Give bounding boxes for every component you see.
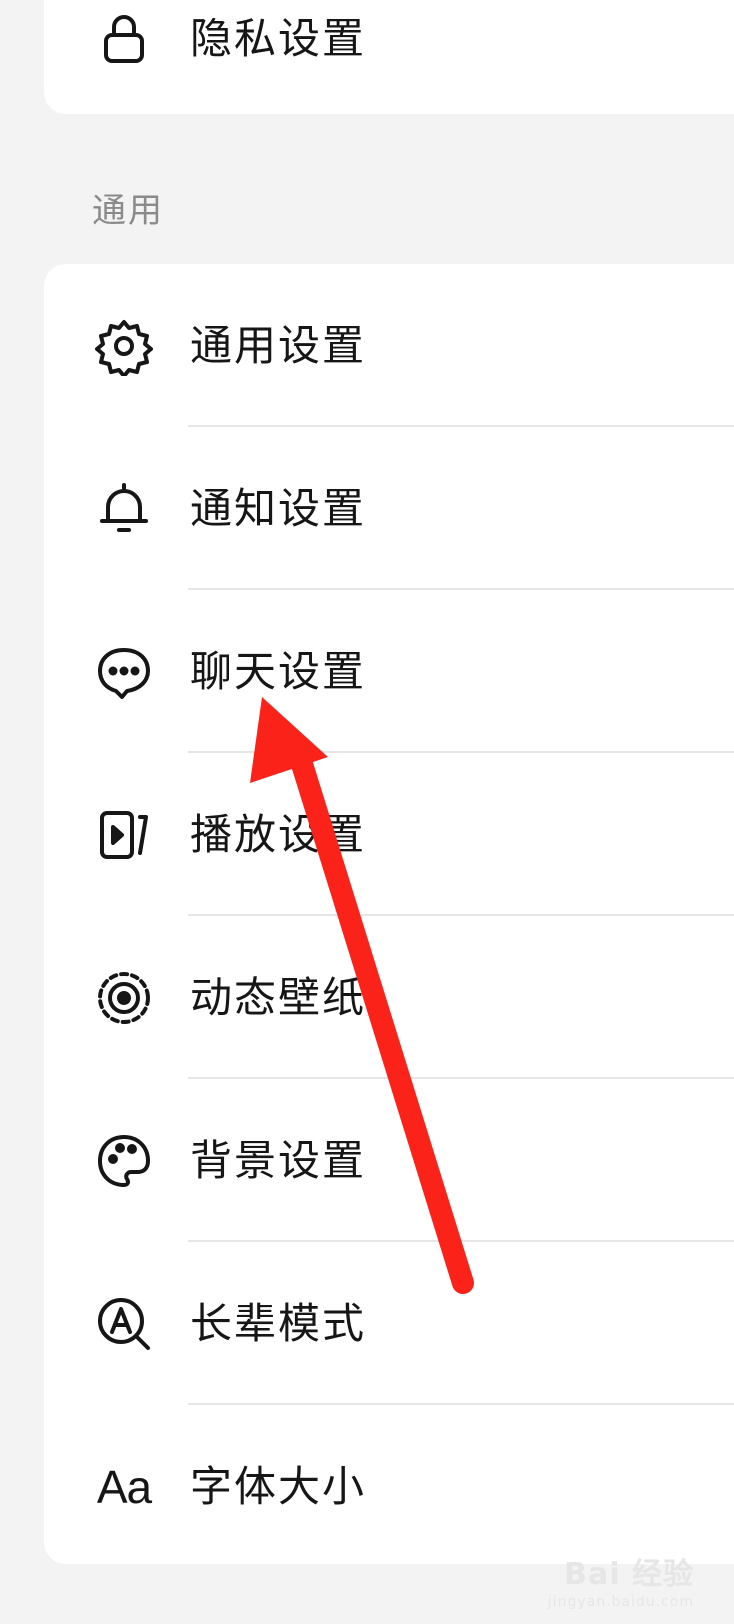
settings-item-font-size[interactable]: Aa 字体大小: [44, 1405, 734, 1568]
lock-icon: [94, 9, 154, 69]
settings-item-label: 背景设置: [190, 1135, 367, 1185]
elder-mode-icon: [94, 1294, 154, 1354]
watermark-url: jingyan.baidu.com: [547, 1594, 694, 1610]
settings-item-label: 隐私设置: [190, 13, 367, 63]
settings-item-label: 字体大小: [190, 1461, 367, 1511]
watermark: Bai 经验 jingyan.baidu.com: [547, 1557, 694, 1611]
gear-icon: [94, 316, 154, 376]
watermark-brand: Bai 经验: [564, 1557, 694, 1592]
play-video-icon: [94, 805, 154, 865]
settings-item-playback[interactable]: 播放设置: [44, 753, 734, 916]
settings-item-live-wallpaper[interactable]: 动态壁纸: [44, 916, 734, 1079]
settings-item-label: 播放设置: [190, 809, 367, 859]
section-title: 通用: [92, 191, 164, 231]
bell-icon: [94, 479, 154, 539]
chat-bubble-icon: [94, 642, 154, 702]
privacy-card: 隐私设置: [44, 0, 734, 114]
general-settings-card: 通用设置 通知设置 聊天设置 播放设置 动态壁纸 背景设置 长辈模式 Aa 字体…: [44, 264, 734, 1564]
settings-item-label: 通用设置: [190, 320, 367, 370]
settings-item-label: 动态壁纸: [190, 972, 367, 1022]
settings-item-general[interactable]: 通用设置: [44, 264, 734, 427]
settings-item-elder-mode[interactable]: 长辈模式: [44, 1242, 734, 1405]
palette-icon: [94, 1131, 154, 1191]
font-size-icon: Aa: [96, 1460, 152, 1513]
settings-item-background[interactable]: 背景设置: [44, 1079, 734, 1242]
settings-item-label: 聊天设置: [190, 646, 367, 696]
settings-item-label: 通知设置: [190, 483, 367, 533]
live-wallpaper-icon: [94, 968, 154, 1028]
settings-item-chat[interactable]: 聊天设置: [44, 590, 734, 753]
settings-item-privacy[interactable]: 隐私设置: [44, 0, 734, 120]
settings-item-notification[interactable]: 通知设置: [44, 427, 734, 590]
settings-item-label: 长辈模式: [190, 1298, 367, 1348]
